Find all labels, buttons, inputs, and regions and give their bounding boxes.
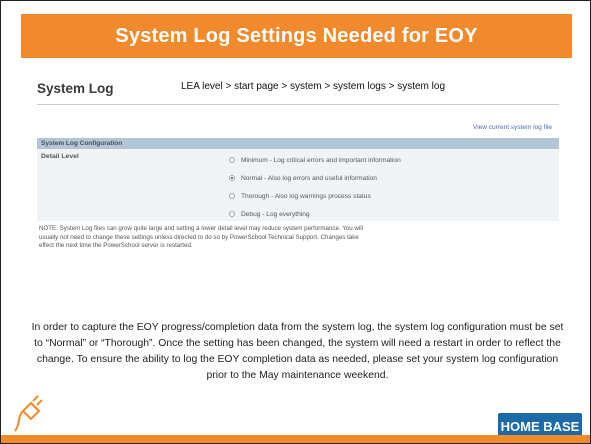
plug-icon: [14, 395, 43, 432]
system-log-heading: System Log: [37, 81, 114, 96]
body-paragraph: In order to capture the EOY progress/com…: [31, 322, 564, 381]
system-log-note: NOTE: System Log files can grow quite la…: [39, 225, 363, 250]
title-bar: System Log Settings Needed for EOY: [21, 14, 572, 58]
slide-title: System Log Settings Needed for EOY: [115, 24, 478, 47]
radio-option-debug[interactable]: Debug - Log everything: [229, 209, 310, 219]
radio-option-label: Debug - Log everything: [241, 210, 310, 218]
radio-option-label: Thorough - Also log warnings process sta…: [241, 192, 371, 200]
slide: System Log Settings Needed for EOY Syste…: [0, 0, 591, 444]
bottom-accent-bar: [1, 435, 590, 443]
heading-divider: [37, 104, 559, 105]
view-system-log-link[interactable]: View current system log file: [473, 124, 552, 131]
radio-option-label: Minimum - Log critical errors and import…: [241, 156, 401, 164]
detail-level-label: Detail Level: [41, 153, 79, 160]
radio-option-thorough[interactable]: Thorough - Also log warnings process sta…: [229, 191, 371, 201]
radio-option-normal[interactable]: Normal - Also log errors and useful info…: [229, 173, 377, 183]
radio-button[interactable]: [229, 157, 235, 163]
radio-button-selected[interactable]: [229, 175, 235, 181]
breadcrumb: LEA level > start page > system > system…: [181, 81, 446, 92]
radio-option-label: Normal - Also log errors and useful info…: [241, 174, 377, 182]
config-header: System Log Configuration: [37, 138, 559, 149]
radio-option-minimum[interactable]: Minimum - Log critical errors and import…: [229, 155, 401, 165]
radio-button[interactable]: [229, 211, 235, 217]
radio-button[interactable]: [229, 193, 235, 199]
